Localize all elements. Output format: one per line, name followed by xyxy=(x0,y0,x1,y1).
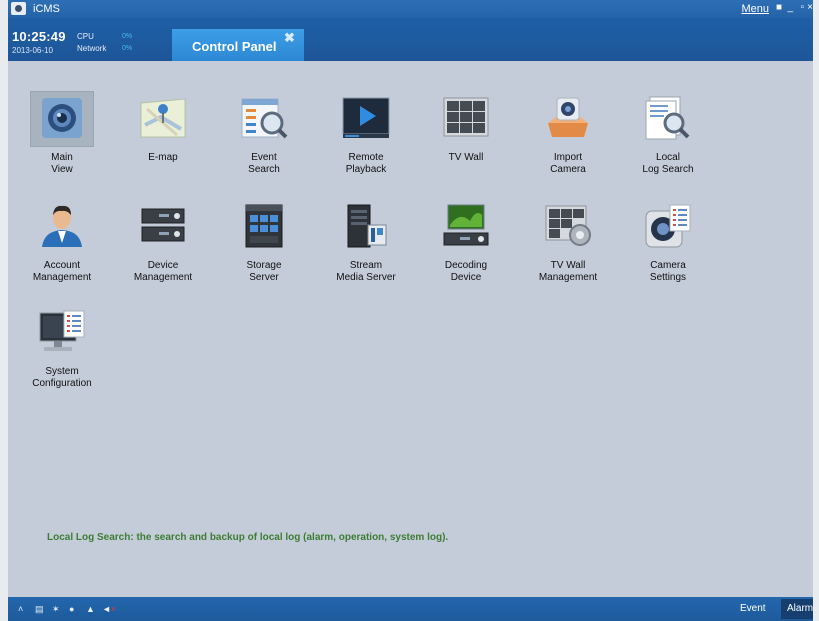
panel-item-icon-frame xyxy=(434,91,498,147)
window-border-right xyxy=(813,0,819,621)
tv-wall-icon xyxy=(440,95,492,141)
title-bar: iCMS Menu ■ _ ▫ × xyxy=(8,0,813,18)
server-icon xyxy=(340,203,392,249)
panel-item-label: Main View xyxy=(51,152,73,175)
panel-item-label: Account Management xyxy=(32,260,92,283)
clock-date: 2013-06-10 xyxy=(12,46,53,55)
person-icon[interactable]: ▲ xyxy=(86,604,95,614)
panel-item-icon-frame xyxy=(334,91,398,147)
dvr-icon xyxy=(137,203,189,249)
panel-item-icon-frame xyxy=(131,91,195,147)
network-label: Network xyxy=(77,44,107,53)
panel-item-system-configuration[interactable]: System Configuration xyxy=(22,305,102,390)
panel-item-icon-frame xyxy=(434,199,498,255)
log-search-icon xyxy=(642,95,694,141)
event-tab[interactable]: Event xyxy=(740,603,766,614)
user-icon xyxy=(36,203,88,249)
panel-item-local-log-search[interactable]: Local Log Search xyxy=(628,91,708,176)
panel-item-icon-frame xyxy=(232,199,296,255)
alarm-tab[interactable]: Alarm xyxy=(781,599,813,619)
panel-item-label: Event Search xyxy=(248,152,280,175)
panel-item-import-camera[interactable]: Import Camera xyxy=(528,91,608,176)
lock-icon[interactable]: ■ xyxy=(776,2,782,13)
panel-item-icon-frame xyxy=(30,91,94,147)
panel-item-camera-settings[interactable]: Camera Settings xyxy=(628,199,708,284)
decoder-icon xyxy=(440,203,492,249)
bottom-bar: ˄ ▤ ✶ ● ▲ ◄× Event Alarm xyxy=(8,597,813,621)
panel-item-stream-media-server[interactable]: Stream Media Server xyxy=(326,199,406,284)
panel-item-label: Stream Media Server xyxy=(336,260,396,283)
panel-item-main-view[interactable]: Main View xyxy=(22,91,102,176)
network-value: 0% xyxy=(122,45,133,52)
cpu-label: CPU xyxy=(77,32,94,41)
panel-item-icon-frame xyxy=(636,199,700,255)
panel-item-storage-server[interactable]: Storage Server xyxy=(224,199,304,284)
import-camera-icon xyxy=(542,95,594,141)
panel-item-icon-frame xyxy=(536,199,600,255)
panel-item-decoding-device[interactable]: Decoding Device xyxy=(426,199,506,284)
panel-item-label: Device Management xyxy=(133,260,193,283)
panel-item-account-management[interactable]: Account Management xyxy=(22,199,102,284)
panel-item-icon-frame xyxy=(232,91,296,147)
webcam-icon xyxy=(36,96,88,142)
window-border-left xyxy=(0,0,8,621)
tab-close-icon[interactable]: ✖ xyxy=(284,30,295,46)
tab-label: Control Panel xyxy=(192,39,277,54)
storage-icon xyxy=(238,203,290,249)
panel-item-remote-playback[interactable]: Remote Playback xyxy=(326,91,406,176)
panel-item-device-management[interactable]: Device Management xyxy=(123,199,203,284)
panel-item-icon-frame xyxy=(334,199,398,255)
panel-item-e-map[interactable]: E-map xyxy=(123,91,203,164)
panel-item-icon-frame xyxy=(30,305,94,361)
panel-item-label: Remote Playback xyxy=(345,152,387,175)
panel-item-label: Local Log Search xyxy=(642,152,694,175)
panel-item-label: E-map xyxy=(148,152,178,163)
panel-item-icon-frame xyxy=(636,91,700,147)
event-search-icon xyxy=(238,95,290,141)
pin-icon[interactable]: ✶ xyxy=(52,604,60,615)
panel-item-label: TV Wall Management xyxy=(538,260,598,283)
app-title: iCMS xyxy=(33,3,60,15)
panel-item-tv-wall[interactable]: TV Wall xyxy=(426,91,506,164)
panel-item-label: Storage Server xyxy=(246,260,282,283)
control-panel: Main View E-map Event Search Remote Playbac… xyxy=(8,61,813,597)
users-icon[interactable]: ● xyxy=(69,604,74,614)
panel-item-icon-frame xyxy=(131,199,195,255)
app-logo-icon xyxy=(11,2,26,15)
status-description: Local Log Search: the search and backup … xyxy=(47,532,449,543)
panel-item-label: Decoding Device xyxy=(444,260,488,283)
mute-icon[interactable]: ◄× xyxy=(102,604,116,614)
panel-item-label: TV Wall xyxy=(448,152,484,163)
restore-button[interactable]: ▫ xyxy=(800,2,804,13)
panel-item-label: System Configuration xyxy=(32,366,92,389)
app-window: iCMS Menu ■ _ ▫ × 10:25:49 2013-06-10 CP… xyxy=(0,0,819,621)
minimize-button[interactable]: _ xyxy=(787,2,793,13)
system-config-icon xyxy=(36,309,88,355)
panel-item-label: Camera Settings xyxy=(649,260,687,283)
tv-wall-settings-icon xyxy=(542,203,594,249)
panel-item-tv-wall-management[interactable]: TV Wall Management xyxy=(528,199,608,284)
menu-link[interactable]: Menu xyxy=(741,3,769,15)
map-icon xyxy=(137,95,189,141)
monitor-icon[interactable]: ▤ xyxy=(35,604,44,615)
panel-item-event-search[interactable]: Event Search xyxy=(224,91,304,176)
panel-item-icon-frame xyxy=(536,91,600,147)
clock-time: 10:25:49 xyxy=(12,29,66,44)
camera-settings-icon xyxy=(642,203,694,249)
playback-icon xyxy=(340,95,392,141)
header-bar: 10:25:49 2013-06-10 CPU 0% Network 0% Co… xyxy=(8,18,813,61)
cpu-value: 0% xyxy=(122,33,133,40)
panel-item-label: Import Camera xyxy=(550,152,586,175)
panel-item-icon-frame xyxy=(30,199,94,255)
collapse-icon[interactable]: ˄ xyxy=(18,604,23,614)
